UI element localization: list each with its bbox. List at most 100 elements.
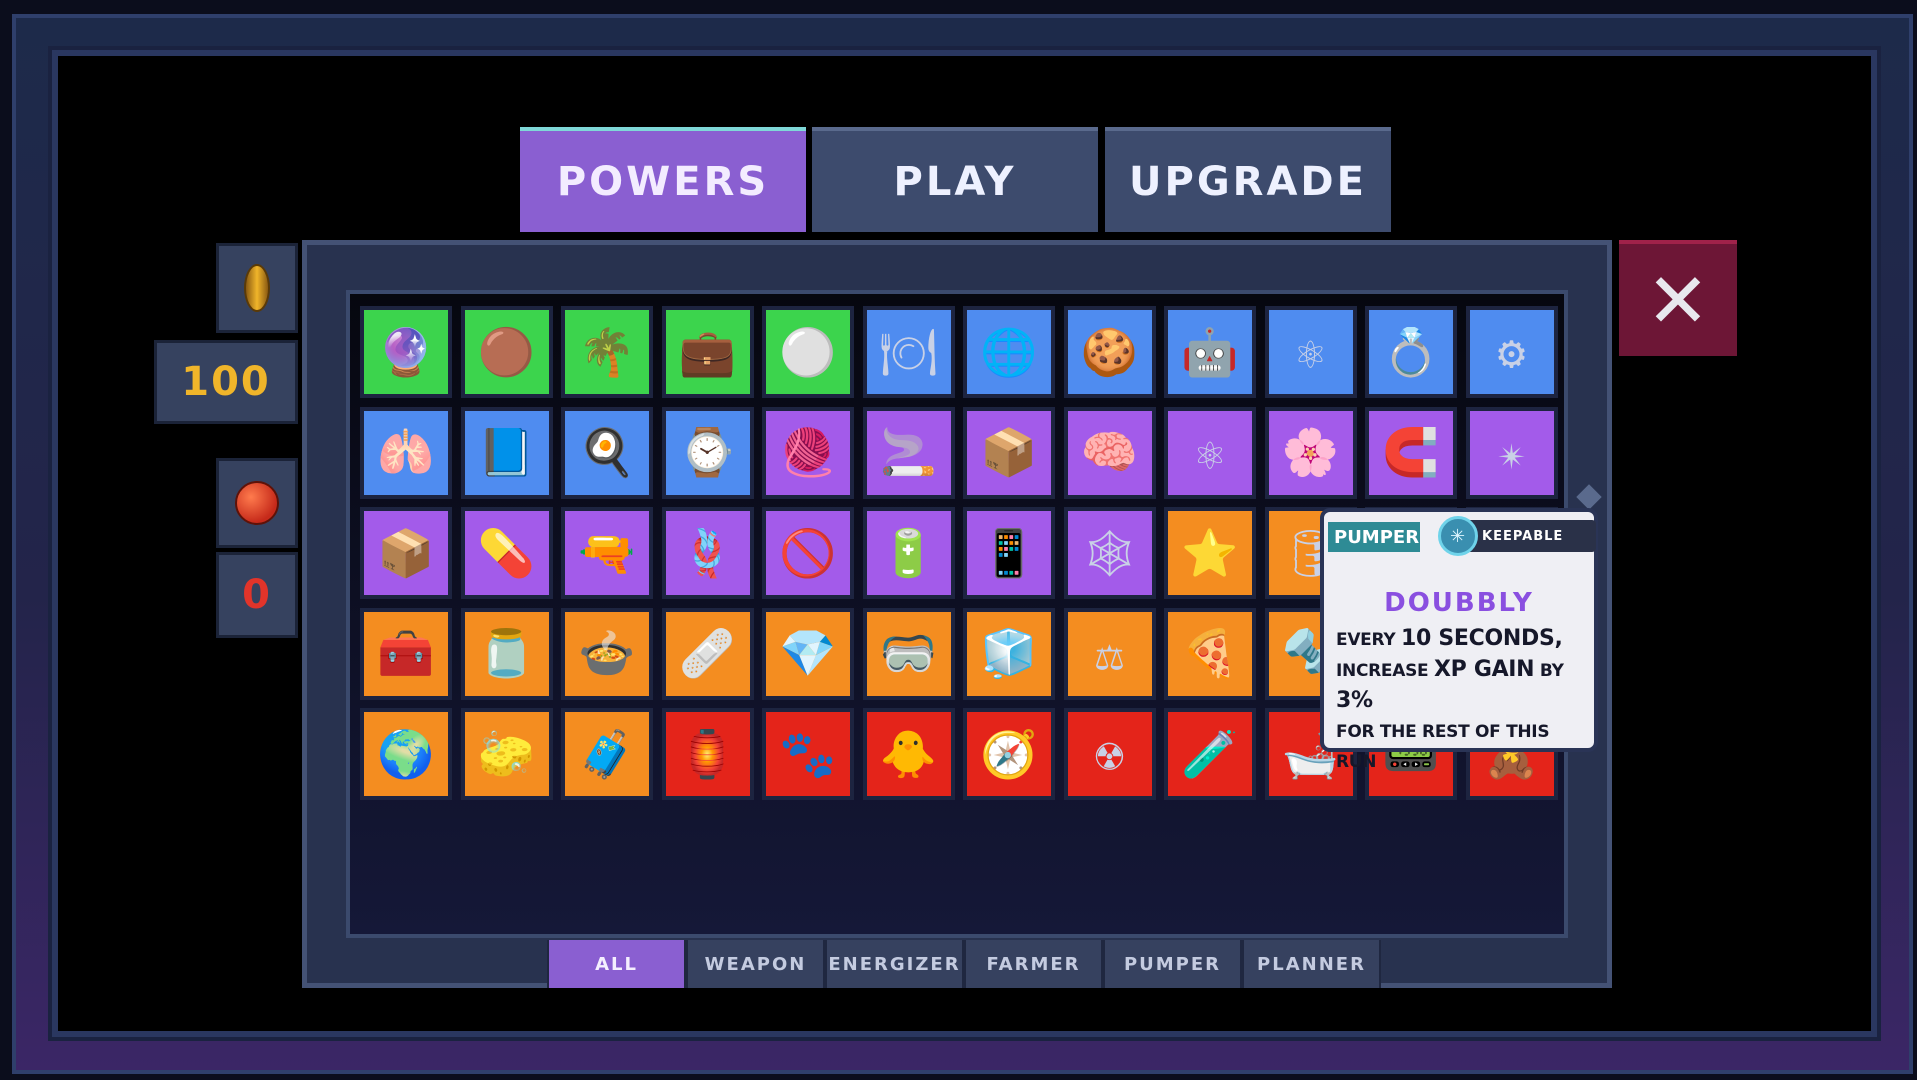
power-icon: 🩹 <box>678 626 737 680</box>
power-slot[interactable]: 🔮 <box>360 306 452 398</box>
filter-pumper[interactable]: PUMPER <box>1103 940 1242 988</box>
filter-bar: ALL WEAPON ENERGIZER FARMER PUMPER PLANNER <box>547 940 1381 988</box>
power-icon: 🧲 <box>1382 425 1440 479</box>
power-icon: 📘 <box>477 425 536 479</box>
power-slot[interactable]: 🍲 <box>561 607 653 700</box>
power-slot[interactable]: 🍪 <box>1063 306 1156 398</box>
power-slot[interactable]: 🪢 <box>661 507 754 599</box>
power-slot[interactable]: 🧶 <box>762 406 854 499</box>
power-slot[interactable]: 🟤 <box>460 306 553 398</box>
power-icon: 🥽 <box>879 626 938 680</box>
power-slot[interactable]: 🚫 <box>762 507 854 599</box>
power-slot[interactable]: 🚬 <box>862 406 955 499</box>
power-slot[interactable]: 🔋 <box>862 507 955 599</box>
power-slot[interactable]: 💎 <box>762 607 854 700</box>
power-slot[interactable]: 💊 <box>460 507 553 599</box>
power-icon: 🧰 <box>377 626 435 680</box>
power-slot[interactable]: 🔫 <box>561 507 653 599</box>
power-icon: 🫙 <box>477 626 536 680</box>
power-icon: 🌸 <box>1281 425 1340 479</box>
power-slot[interactable]: ⚖ <box>1063 607 1156 700</box>
power-icon: 🕸 <box>1080 525 1139 580</box>
power-slot[interactable]: ⚛ <box>1264 306 1357 398</box>
power-slot[interactable]: ⌚ <box>661 406 754 499</box>
power-icon: 🔮 <box>377 324 435 379</box>
power-slot[interactable]: 🧰 <box>360 607 452 700</box>
power-icon: 🏮 <box>678 726 737 781</box>
power-slot[interactable]: 🍽 <box>862 306 955 398</box>
power-slot[interactable]: 🧭 <box>963 708 1055 800</box>
power-slot[interactable]: 🌴 <box>561 306 653 398</box>
power-slot[interactable]: 🥽 <box>862 607 955 700</box>
power-slot[interactable]: 🫁 <box>360 406 452 499</box>
power-slot[interactable]: 🧽 <box>460 708 553 800</box>
power-slot[interactable]: 🌐 <box>963 306 1055 398</box>
filter-weapon[interactable]: WEAPON <box>686 940 825 988</box>
power-slot[interactable]: 📦 <box>963 406 1055 499</box>
tab-upgrade[interactable]: UPGRADE <box>1105 127 1391 232</box>
coin-count: 100 <box>181 359 271 405</box>
desc-highlight: XP GAIN <box>1433 657 1535 682</box>
power-slot[interactable]: ⚪ <box>762 306 854 398</box>
power-slot[interactable]: 💍 <box>1365 306 1457 398</box>
power-icon: 🌴 <box>578 324 636 379</box>
filter-all[interactable]: ALL <box>547 940 686 988</box>
power-icon: ⚖ <box>1095 626 1124 681</box>
power-slot[interactable]: 🫙 <box>460 607 553 700</box>
filter-energizer[interactable]: ENERGIZER <box>825 940 964 988</box>
power-slot[interactable]: 🧊 <box>963 607 1055 700</box>
power-icon: 🌐 <box>980 324 1038 379</box>
power-slot[interactable]: ⚙ <box>1465 306 1558 398</box>
filter-planner[interactable]: PLANNER <box>1242 940 1381 988</box>
power-slot[interactable]: 🌸 <box>1264 406 1357 499</box>
power-slot[interactable]: 🧪 <box>1164 708 1256 800</box>
category-tag: PUMPER <box>1328 522 1420 552</box>
power-slot[interactable]: 🩹 <box>661 607 754 700</box>
power-slot[interactable]: 🧠 <box>1063 406 1156 499</box>
power-slot[interactable]: 🌍 <box>360 708 452 800</box>
desc-text: INCREASE <box>1336 661 1434 681</box>
power-icon: 💍 <box>1382 324 1440 379</box>
power-icon: 🧭 <box>980 726 1038 781</box>
tab-powers[interactable]: POWERS <box>520 127 806 232</box>
power-slot[interactable]: ⚛ <box>1164 406 1256 499</box>
power-slot[interactable]: 🐥 <box>862 708 955 800</box>
power-slot[interactable]: 🧲 <box>1365 406 1457 499</box>
power-icon: 🍕 <box>1181 626 1239 680</box>
power-slot[interactable]: ☢ <box>1063 708 1156 800</box>
power-icon: ☢ <box>1095 727 1124 781</box>
power-slot[interactable]: 🍳 <box>561 406 653 499</box>
orb-counter: 0 <box>216 552 298 638</box>
power-tooltip: PUMPER ✳ KEEPABLE DOUBBLY EVERY 10 SECON… <box>1320 508 1598 772</box>
close-button[interactable]: ✕ <box>1619 240 1737 356</box>
power-icon: ⚪ <box>779 324 837 379</box>
power-slot[interactable]: 🕸 <box>1063 507 1156 599</box>
power-slot[interactable]: 📘 <box>460 406 553 499</box>
power-icon: 🌍 <box>377 726 435 781</box>
power-slot[interactable]: 🧳 <box>561 708 653 800</box>
power-icon: 🪢 <box>678 525 737 580</box>
power-slot[interactable]: 🤖 <box>1164 306 1256 398</box>
tab-play[interactable]: PLAY <box>812 127 1098 232</box>
power-icon: 🔋 <box>879 525 938 580</box>
power-icon: 🤖 <box>1181 324 1239 379</box>
power-icon: ⚙ <box>1497 325 1526 379</box>
filter-farmer[interactable]: FARMER <box>964 940 1103 988</box>
power-icon: ⌚ <box>678 425 737 479</box>
power-slot[interactable]: 🐾 <box>762 708 854 800</box>
power-slot[interactable]: 🍕 <box>1164 607 1256 700</box>
power-slot[interactable]: ✴ <box>1465 406 1558 499</box>
power-icon: 💊 <box>477 525 536 580</box>
power-slot[interactable]: 🏮 <box>661 708 754 800</box>
power-icon: ⚛ <box>1196 425 1224 480</box>
power-icon: 🟤 <box>477 324 536 379</box>
power-icon: ⚛ <box>1296 325 1325 379</box>
power-icon: 🧊 <box>980 626 1038 680</box>
power-slot[interactable]: 💼 <box>661 306 754 398</box>
power-slot[interactable]: 📦 <box>360 507 452 599</box>
power-icon: 🍽 <box>879 324 938 379</box>
power-slot[interactable]: ⭐ <box>1164 507 1256 599</box>
power-description: EVERY 10 SECONDS, INCREASE XP GAIN BY 3%… <box>1336 624 1592 777</box>
desc-text: EVERY <box>1336 630 1401 650</box>
power-slot[interactable]: 📱 <box>963 507 1055 599</box>
